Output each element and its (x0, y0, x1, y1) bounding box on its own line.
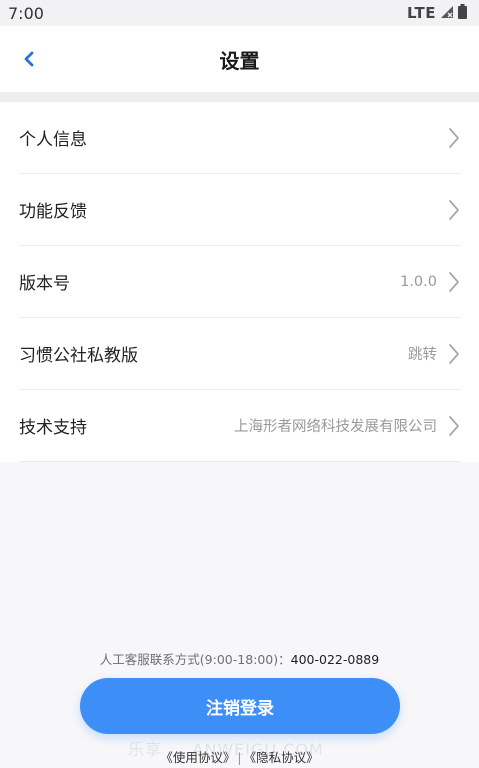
settings-item-right: 跳转 (408, 342, 461, 366)
version-value: 1.0.0 (400, 273, 437, 290)
hotline-label: 人工客服联系方式(9:00-18:00)： (99, 652, 291, 667)
settings-item-feedback[interactable]: 功能反馈 (19, 174, 461, 246)
page-title: 设置 (219, 48, 260, 73)
chevron-right-icon (449, 271, 459, 292)
settings-item-right: 1.0.0 (400, 270, 461, 294)
settings-list: 个人信息 功能反馈 版本号 1.0.0 习惯公社私教版 跳转 技术支持 上海形者… (0, 102, 479, 462)
hotline-number[interactable]: 400-022-0889 (291, 652, 380, 667)
settings-item-profile[interactable]: 个人信息 (19, 102, 461, 174)
settings-item-right (447, 126, 461, 150)
settings-item-label: 功能反馈 (19, 202, 87, 222)
network-type: LTE (406, 4, 436, 22)
signal-icon (440, 4, 454, 23)
company-value: 上海形者网络科技发展有限公司 (234, 419, 437, 435)
settings-item-label: 习惯公社私教版 (19, 346, 138, 366)
settings-item-label: 个人信息 (19, 130, 87, 150)
link-separator: | (237, 750, 242, 765)
nav-bar: 设置 (0, 26, 479, 92)
settings-item-right: 上海形者网络科技发展有限公司 (234, 414, 461, 438)
chevron-right-icon (449, 415, 459, 436)
chevron-right-icon (449, 343, 459, 364)
terms-of-use-link[interactable]: 《使用协议》 (160, 750, 235, 765)
logout-button[interactable]: 注销登录 (80, 678, 400, 734)
settings-item-version[interactable]: 版本号 1.0.0 (19, 246, 461, 318)
status-bar: 7:00 LTE (0, 0, 479, 26)
chevron-left-icon (24, 51, 34, 67)
customer-service-hotline: 人工客服联系方式(9:00-18:00)：400-022-0889 (0, 649, 479, 668)
settings-item-right (447, 198, 461, 222)
status-indicators: LTE (406, 3, 467, 23)
battery-icon (458, 3, 467, 23)
chevron-right-icon (449, 127, 459, 148)
chevron-right-icon (449, 199, 459, 220)
settings-item-label: 技术支持 (19, 418, 87, 438)
privacy-policy-link[interactable]: 《隐私协议》 (244, 750, 319, 765)
status-time: 7:00 (8, 3, 44, 23)
agreement-links: 《使用协议》 | 《隐私协议》 (0, 747, 479, 766)
header-separator (0, 92, 479, 102)
settings-item-label: 版本号 (19, 274, 70, 294)
settings-item-tech-support[interactable]: 技术支持 上海形者网络科技发展有限公司 (19, 390, 461, 462)
jump-value: 跳转 (408, 347, 437, 363)
settings-item-coach-edition[interactable]: 习惯公社私教版 跳转 (19, 318, 461, 390)
back-button[interactable] (12, 41, 46, 77)
